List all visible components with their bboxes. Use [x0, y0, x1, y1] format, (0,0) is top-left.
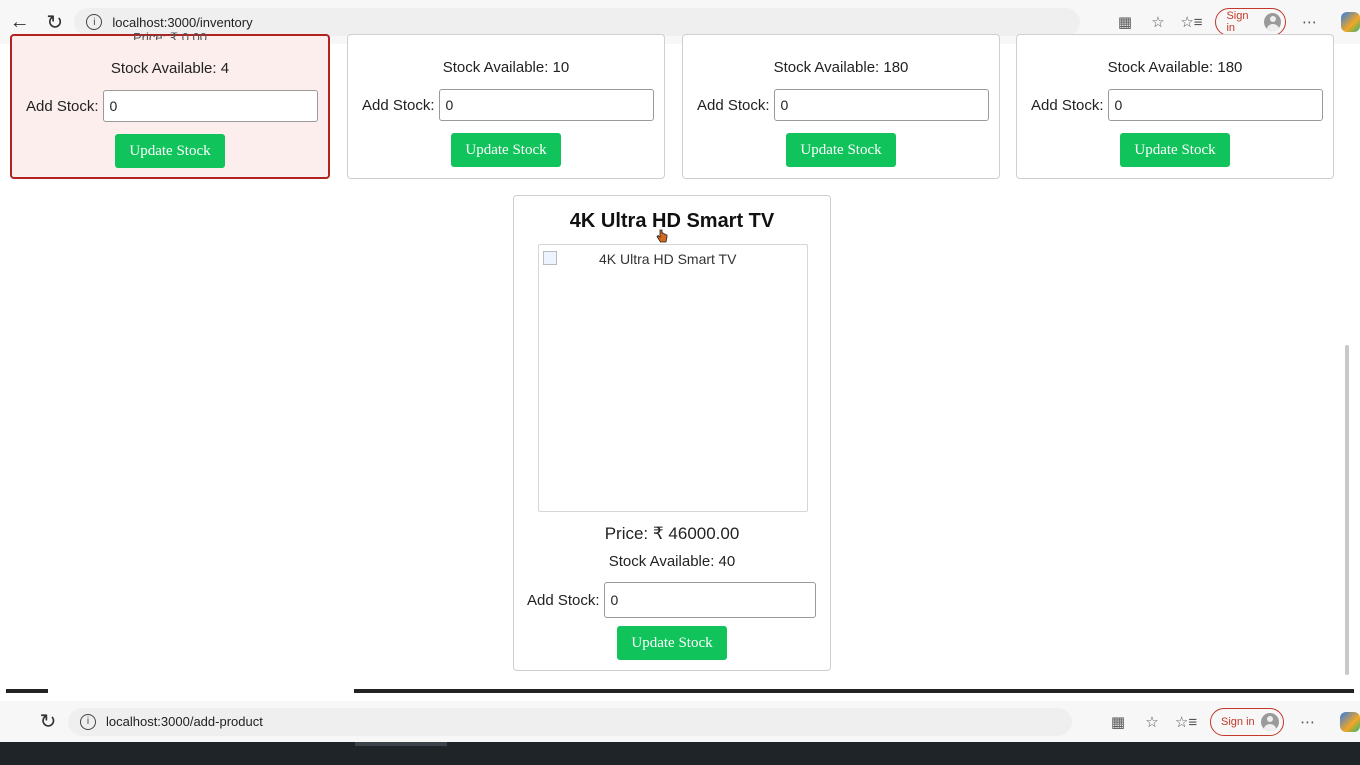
address-bar-url: localhost:3000/inventory	[112, 14, 253, 30]
favorite-star-icon[interactable]: ☆	[1149, 12, 1168, 32]
divider	[6, 689, 48, 693]
product-card: Stock Available: 180 Add Stock: 0 Update…	[1016, 34, 1334, 179]
update-stock-button[interactable]: Update Stock	[451, 133, 561, 167]
header-tab-indicator	[355, 742, 447, 746]
address-bar[interactable]: i localhost:3000/add-product	[68, 707, 1072, 736]
product-card: Stock Available: 10 Add Stock: 0 Update …	[347, 34, 665, 179]
more-menu-icon[interactable]: ⋯	[1298, 712, 1318, 732]
price-cut-off: Price: ₹ 0.00	[132, 30, 208, 40]
add-stock-label: Add Stock:	[527, 591, 600, 609]
add-stock-input[interactable]: 0	[1107, 89, 1323, 121]
sign-in-button[interactable]: Sign in	[1210, 707, 1284, 736]
add-stock-input[interactable]: 0	[603, 582, 816, 618]
product-card: Stock Available: 180 Add Stock: 0 Update…	[682, 34, 1000, 179]
favorites-icon[interactable]: ☆≡	[1175, 712, 1197, 732]
add-stock-label: Add Stock:	[26, 97, 99, 115]
broken-image-icon	[543, 251, 557, 265]
stock-available: Stock Available: 40	[608, 553, 736, 570]
page-header-dark	[0, 742, 1360, 765]
stock-available: Stock Available: 4	[110, 60, 230, 77]
add-stock-label: Add Stock:	[1031, 96, 1104, 114]
stock-available: Stock Available: 10	[442, 59, 570, 76]
divider	[354, 689, 1354, 693]
sign-in-label: Sign in	[1226, 10, 1249, 34]
product-card-smart-tv: 4K Ultra HD Smart TV 4K Ultra HD Smart T…	[513, 195, 831, 671]
copilot-icon[interactable]	[1339, 711, 1360, 732]
avatar	[1260, 712, 1279, 731]
sign-in-button[interactable]: Sign in	[1215, 8, 1287, 36]
update-stock-button[interactable]: Update Stock	[786, 133, 896, 167]
page-scrollbar[interactable]	[1345, 345, 1349, 675]
reader-mode-icon[interactable]: ▦	[1108, 712, 1128, 732]
product-card-low-stock: Price: ₹ 0.00 Stock Available: 4 Add Sto…	[10, 30, 330, 179]
reader-mode-icon[interactable]: ▦	[1116, 12, 1135, 32]
add-stock-input[interactable]: 0	[773, 89, 989, 121]
image-alt-text: 4K Ultra HD Smart TV	[599, 251, 737, 267]
refresh-icon[interactable]: ↻	[34, 708, 62, 736]
site-info-icon[interactable]: i	[86, 14, 103, 30]
copilot-icon[interactable]	[1341, 12, 1360, 32]
favorite-star-icon[interactable]: ☆	[1142, 712, 1162, 732]
stock-available: Stock Available: 180	[1107, 59, 1243, 76]
add-stock-label: Add Stock:	[697, 96, 770, 114]
update-stock-button[interactable]: Update Stock	[1120, 133, 1230, 167]
address-bar-url: localhost:3000/add-product	[106, 714, 263, 729]
update-stock-button[interactable]: Update Stock	[115, 134, 225, 168]
add-stock-input[interactable]: 0	[438, 89, 654, 121]
favorites-icon[interactable]: ☆≡	[1180, 12, 1202, 32]
more-menu-icon[interactable]: ⋯	[1300, 12, 1319, 32]
product-title: 4K Ultra HD Smart TV	[569, 210, 775, 232]
update-stock-button[interactable]: Update Stock	[617, 626, 727, 660]
site-info-icon[interactable]: i	[80, 713, 96, 730]
stock-available: Stock Available: 180	[773, 59, 909, 76]
avatar	[1264, 13, 1282, 31]
browser-toolbar-second: ↻ i localhost:3000/add-product ▦ ☆ ☆≡ Si…	[0, 701, 1360, 742]
product-price: Price: ₹ 46000.00	[604, 524, 740, 543]
add-stock-label: Add Stock:	[362, 96, 435, 114]
add-stock-input[interactable]: 0	[102, 90, 318, 122]
hand-cursor-icon	[656, 229, 668, 243]
product-image: 4K Ultra HD Smart TV	[538, 244, 808, 512]
sign-in-label: Sign in	[1221, 715, 1255, 728]
